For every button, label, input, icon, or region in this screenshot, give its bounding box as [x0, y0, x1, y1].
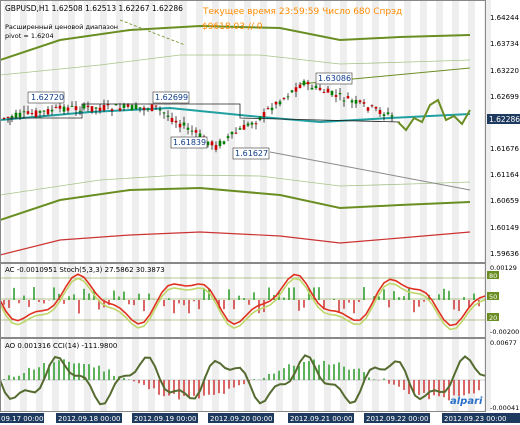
svg-text:1.59636: 1.59636: [490, 250, 519, 258]
svg-text:1.62720: 1.62720: [31, 93, 64, 102]
alpari-logo: alpari: [450, 396, 483, 407]
svg-text:-0.00041: -0.00041: [490, 404, 519, 412]
price-label-3: 1.61839: [170, 136, 208, 149]
svg-text:1.62699: 1.62699: [490, 93, 519, 101]
svg-text:1.63734: 1.63734: [490, 40, 519, 48]
price-label-4: 1.61627: [232, 147, 270, 160]
current-price-tag: 1.62286: [487, 114, 520, 124]
svg-text:2012.09.18 00:00: 2012.09.18 00:00: [58, 415, 120, 423]
svg-text:2012.09.22 00:00: 2012.09.22 00:00: [366, 415, 428, 423]
svg-text:-0.00200: -0.00200: [490, 328, 519, 336]
symbol-info: GBPUSD,H1 1.62508 1.62513 1.62267 1.6228…: [5, 4, 183, 13]
svg-text:1.64244: 1.64244: [490, 14, 519, 22]
svg-text:1.63220: 1.63220: [490, 67, 519, 75]
svg-text:1.60149: 1.60149: [490, 224, 519, 232]
svg-text:1.61676: 1.61676: [490, 145, 519, 153]
ao-cci-title: AO 0.001316 CCI(14) -111.9800: [5, 342, 117, 350]
indicator-name: Расширенный ценовой диапазон: [5, 23, 118, 31]
svg-text:20: 20: [489, 314, 497, 322]
svg-text:2012.09.21 00:00: 2012.09.21 00:00: [290, 415, 352, 423]
svg-text:2012.09.19 00:00: 2012.09.19 00:00: [134, 415, 196, 423]
svg-text:1.61164: 1.61164: [490, 171, 519, 179]
server-time: Текущее время 23:59:59 Число 680 Спрэд: [202, 7, 402, 17]
svg-text:0.00677: 0.00677: [490, 339, 517, 347]
ac-stoch-axis: 0.00129 80 50 20 -0.00200: [487, 264, 519, 336]
svg-text:1.62286: 1.62286: [489, 115, 520, 124]
price-axis: 1.64244 1.63734 1.63220 1.62699 1.61676 …: [490, 14, 519, 258]
svg-text:1.61627: 1.61627: [235, 149, 268, 158]
price-label-1: 1.62720: [27, 91, 65, 104]
svg-text:50: 50: [489, 293, 497, 301]
svg-text:1.63086: 1.63086: [318, 74, 351, 83]
svg-text:2012.09.20 00:00: 2012.09.20 00:00: [210, 415, 272, 423]
svg-text:1.60659: 1.60659: [490, 197, 519, 205]
chart-canvas[interactable]: GBPUSD,H1 1.62508 1.62513 1.62267 1.6228…: [0, 0, 520, 425]
ao-cci-axis: 0.00677 -0.00041: [490, 339, 519, 412]
svg-text:80: 80: [489, 272, 497, 280]
svg-text:1.61839: 1.61839: [173, 138, 206, 147]
indicator-pivot: pivot = 1.6204: [5, 32, 54, 40]
ac-stoch-title: AC -0.0010951 Stoch(5,3,3) 27.5862 30.38…: [5, 266, 165, 274]
balance-info: $9618.03 // 0: [202, 22, 263, 32]
price-labels: 1.62720 1.62699 1.61839 1.61627 1.63086: [27, 72, 353, 160]
svg-text:09.17 00:00: 09.17 00:00: [1, 415, 43, 423]
time-axis: 09.17 00:00 2012.09.18 00:00 2012.09.19 …: [0, 412, 520, 425]
price-label-2: 1.62699: [152, 91, 190, 104]
svg-text:0.00129: 0.00129: [490, 264, 517, 272]
price-label-5: 1.63086: [315, 72, 353, 85]
svg-text:2012.09.23 00:00: 2012.09.23 00:00: [444, 415, 506, 423]
svg-text:1.62699: 1.62699: [155, 93, 188, 102]
chart-window: GBPUSD,H1 1.62508 1.62513 1.62267 1.6228…: [0, 0, 520, 425]
